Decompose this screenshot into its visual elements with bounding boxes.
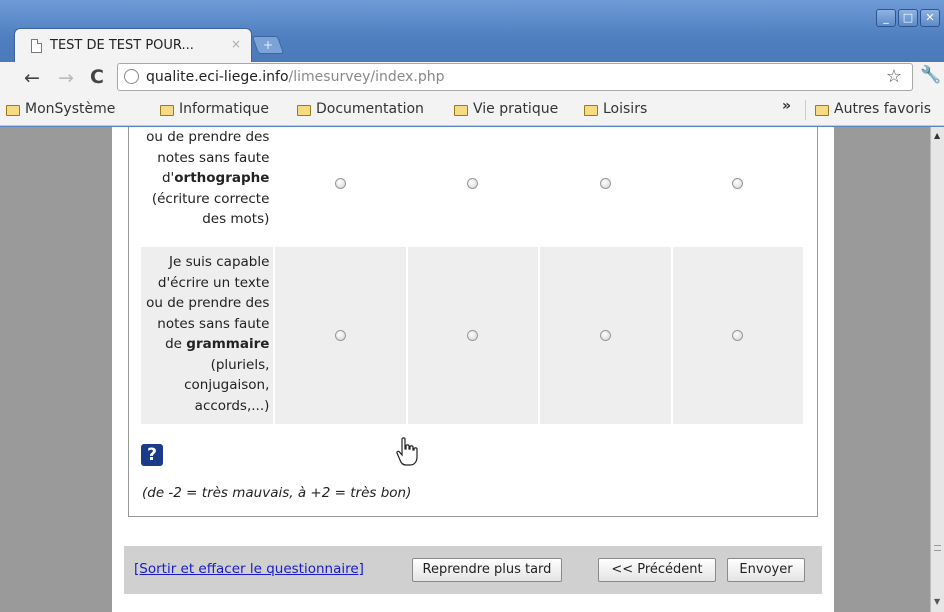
new-tab-button[interactable]: + xyxy=(251,36,285,54)
page-viewport: ou de prendre des notes sans faute d'ort… xyxy=(0,127,930,612)
close-window-button[interactable]: ✕ xyxy=(920,9,940,27)
radio-option[interactable] xyxy=(335,178,347,189)
answer-cell xyxy=(540,127,670,242)
bookmark-label: Vie pratique xyxy=(473,101,559,117)
label-text-post: (pluriels, conjugaison, accords,...) xyxy=(184,356,270,414)
bookmark-documentation[interactable]: Documentation xyxy=(297,101,424,117)
radio-option[interactable] xyxy=(467,330,479,341)
browser-tab[interactable]: TEST DE TEST POUR... × xyxy=(14,28,252,62)
folder-icon xyxy=(297,104,311,116)
label-text-post: (écriture correcte des mots) xyxy=(151,190,270,228)
page-icon xyxy=(31,38,42,53)
answer-cell xyxy=(673,127,803,242)
survey-navigation-bar: [Sortir et effacer le questionnaire] Rep… xyxy=(124,546,822,594)
radio-option[interactable] xyxy=(732,330,744,341)
url-host: qualite.eci-liege.info xyxy=(146,69,289,85)
folder-icon xyxy=(815,104,829,116)
question-label: ou de prendre des notes sans faute d'ort… xyxy=(141,127,273,242)
url-path: /limesurvey/index.php xyxy=(288,69,445,85)
hand-cursor-icon xyxy=(396,437,418,466)
question-row-orthographe: ou de prendre des notes sans faute d'ort… xyxy=(141,127,803,242)
back-arrow-icon[interactable]: ← xyxy=(24,67,40,89)
radio-option[interactable] xyxy=(732,178,744,189)
scale-note: (de -2 = très mauvais, à +2 = très bon) xyxy=(142,485,412,501)
folder-icon xyxy=(454,104,468,116)
bookmarks-overflow-icon[interactable]: » xyxy=(782,98,791,114)
folder-icon xyxy=(160,104,174,116)
other-bookmarks-label: Autres favoris xyxy=(834,101,932,117)
minimize-button[interactable]: _ xyxy=(876,9,896,27)
scroll-grip[interactable] xyxy=(934,545,941,551)
answer-cell xyxy=(670,247,803,424)
scroll-down-icon[interactable]: ▼ xyxy=(934,597,940,606)
bookmarks-bar: MonSystème Informatique Documentation Vi… xyxy=(0,94,944,126)
bookmark-star-icon[interactable]: ☆ xyxy=(886,66,902,87)
address-bar[interactable]: qualite.eci-liege.info/limesurvey/index.… xyxy=(117,63,913,91)
wrench-menu-icon[interactable]: 🔧 xyxy=(920,65,941,85)
label-keyword: orthographe xyxy=(174,170,270,186)
url-text: qualite.eci-liege.info/limesurvey/index.… xyxy=(146,69,445,85)
answer-cell xyxy=(405,247,539,424)
tab-title: TEST DE TEST POUR... xyxy=(50,38,194,53)
resume-later-button[interactable]: Reprendre plus tard xyxy=(412,558,562,582)
quit-and-clear-link[interactable]: [Sortir et effacer le questionnaire] xyxy=(134,561,364,577)
bookmark-informatique[interactable]: Informatique xyxy=(160,101,269,117)
vertical-scrollbar[interactable]: ▲ ▼ xyxy=(930,127,944,612)
survey-page: ou de prendre des notes sans faute d'ort… xyxy=(112,127,834,612)
forward-arrow-icon[interactable]: → xyxy=(58,67,74,89)
question-row-grammaire: Je suis capable d'écrire un texte ou de … xyxy=(141,247,803,424)
reload-icon[interactable]: C xyxy=(90,66,104,88)
radio-option[interactable] xyxy=(467,178,479,189)
other-bookmarks[interactable]: Autres favoris xyxy=(815,101,931,117)
window-controls: _ □ ✕ xyxy=(876,9,940,27)
previous-button[interactable]: << Précédent xyxy=(598,558,716,582)
submit-button[interactable]: Envoyer xyxy=(727,558,805,582)
bookmark-label: Informatique xyxy=(179,101,269,117)
bookmark-loisirs[interactable]: Loisirs xyxy=(584,101,647,117)
radio-option[interactable] xyxy=(335,330,347,341)
bookmark-label: MonSystème xyxy=(25,101,116,117)
window-titlebar: TEST DE TEST POUR... × + _ □ ✕ xyxy=(0,0,944,62)
question-frame: ou de prendre des notes sans faute d'ort… xyxy=(128,127,818,517)
plus-icon: + xyxy=(262,38,274,52)
answer-cell xyxy=(275,127,405,242)
folder-icon xyxy=(584,104,598,116)
answer-cell xyxy=(408,127,538,242)
bookmark-monsysteme[interactable]: MonSystème xyxy=(6,101,115,117)
bookmark-label: Documentation xyxy=(316,101,424,117)
bookmark-vie-pratique[interactable]: Vie pratique xyxy=(454,101,558,117)
scroll-up-icon[interactable]: ▲ xyxy=(934,131,940,140)
radio-option[interactable] xyxy=(599,178,611,189)
bookmarks-divider xyxy=(805,100,806,120)
help-icon[interactable]: ? xyxy=(141,444,163,466)
label-keyword: grammaire xyxy=(186,336,270,352)
tab-close-icon[interactable]: × xyxy=(231,37,241,51)
browser-toolbar: ← → C qualite.eci-liege.info/limesurvey/… xyxy=(0,62,944,94)
question-label: Je suis capable d'écrire un texte ou de … xyxy=(141,247,273,424)
answer-cell xyxy=(273,247,406,424)
radio-option[interactable] xyxy=(599,330,611,341)
globe-icon xyxy=(124,69,139,84)
maximize-button[interactable]: □ xyxy=(898,9,918,27)
answer-cell xyxy=(538,247,671,424)
bookmark-label: Loisirs xyxy=(603,101,648,117)
folder-icon xyxy=(6,104,20,116)
